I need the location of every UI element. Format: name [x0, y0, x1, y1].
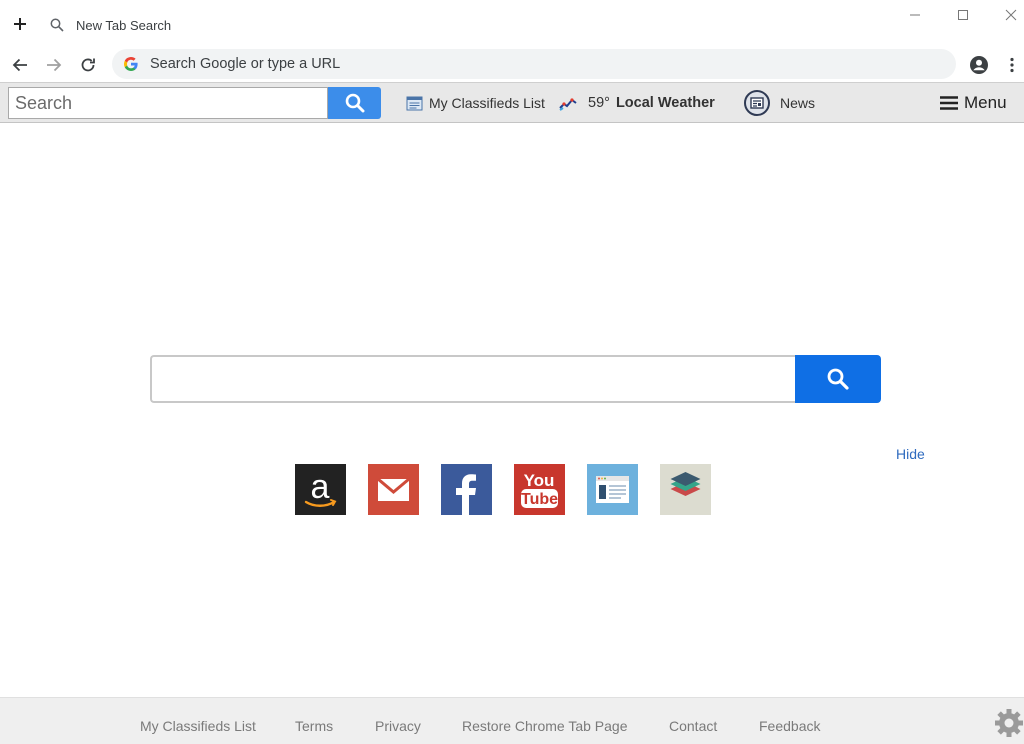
- main-search-button[interactable]: [795, 355, 881, 403]
- hamburger-icon: [940, 96, 958, 110]
- tab-title: New Tab Search: [76, 17, 172, 33]
- reload-icon: [81, 58, 95, 72]
- search-icon: [50, 17, 66, 33]
- news-link[interactable]: News: [744, 90, 816, 116]
- quick-link-facebook[interactable]: [441, 464, 492, 515]
- weather-label: Local Weather: [615, 95, 715, 111]
- arrow-right-icon: [47, 58, 62, 72]
- facebook-icon: [441, 464, 492, 515]
- svg-text:Tube: Tube: [521, 491, 558, 508]
- footer-link-privacy[interactable]: Privacy: [375, 718, 421, 734]
- quick-link-youtube[interactable]: You Tube: [514, 464, 565, 515]
- account-icon: [970, 56, 988, 74]
- profile-button[interactable]: [967, 53, 991, 77]
- toolbar-menu-button[interactable]: Menu: [940, 91, 1007, 115]
- settings-button[interactable]: [992, 706, 1024, 740]
- close-window-button[interactable]: [1000, 4, 1022, 26]
- maximize-button[interactable]: [952, 4, 974, 26]
- weather-temperature: 59°: [588, 95, 610, 111]
- quick-link-news[interactable]: [587, 464, 638, 515]
- maximize-icon: [958, 10, 968, 20]
- classifieds-link[interactable]: My Classifieds List: [406, 91, 545, 115]
- omnibox[interactable]: [112, 49, 956, 79]
- news-icon: [744, 90, 770, 116]
- plus-icon: [14, 18, 26, 30]
- footer-link-contact[interactable]: Contact: [669, 718, 717, 734]
- more-vert-icon: [1010, 57, 1014, 73]
- main-search-input[interactable]: [150, 355, 796, 403]
- close-icon: [1005, 9, 1017, 21]
- forward-button[interactable]: [42, 53, 66, 77]
- footer-link-terms[interactable]: Terms: [295, 718, 333, 734]
- classifieds-label: My Classifieds List: [429, 95, 545, 111]
- footer: My Classifieds List Terms Privacy Restor…: [0, 697, 1024, 744]
- footer-link-restore[interactable]: Restore Chrome Tab Page: [462, 718, 628, 734]
- youtube-icon: You Tube: [514, 464, 565, 515]
- classifieds-icon: [406, 95, 423, 112]
- gear-icon: [995, 709, 1023, 737]
- search-icon: [827, 368, 849, 390]
- weather-link[interactable]: 59° Local Weather: [558, 91, 715, 115]
- reload-button[interactable]: [76, 53, 100, 77]
- browser-menu-button[interactable]: [1000, 53, 1024, 77]
- svg-text:a: a: [311, 468, 330, 506]
- back-button[interactable]: [8, 53, 32, 77]
- footer-link-classifieds[interactable]: My Classifieds List: [140, 718, 256, 734]
- title-bar: New Tab Search: [0, 0, 1024, 48]
- toolbar-search-button[interactable]: [328, 87, 381, 119]
- menu-label: Menu: [964, 93, 1007, 112]
- toolbar-search-input[interactable]: [8, 87, 328, 119]
- tab-new-tab-search[interactable]: New Tab Search: [50, 12, 171, 38]
- omnibox-input[interactable]: [150, 56, 850, 72]
- main-search-box: [150, 355, 881, 403]
- search-icon: [345, 93, 364, 113]
- quick-links: a You Tube: [295, 464, 711, 516]
- google-icon: [122, 55, 140, 73]
- quick-link-gmail[interactable]: [368, 464, 419, 515]
- footer-link-feedback[interactable]: Feedback: [759, 718, 820, 734]
- extension-toolbar: My Classifieds List 59° Local Weather Ne…: [0, 82, 1024, 123]
- quick-link-amazon[interactable]: a: [295, 464, 346, 515]
- minimize-button[interactable]: [904, 4, 926, 26]
- svg-text:You: You: [524, 471, 555, 490]
- hide-link[interactable]: Hide: [896, 446, 925, 462]
- news-label: News: [780, 95, 816, 111]
- layers-icon: [660, 464, 711, 515]
- new-tab-button[interactable]: [10, 14, 30, 34]
- minimize-icon: [910, 14, 920, 16]
- weather-icon: [558, 95, 578, 111]
- mail-icon: [368, 464, 419, 515]
- arrow-left-icon: [12, 58, 27, 72]
- navigation-bar: [0, 48, 1024, 82]
- quick-link-layers[interactable]: [660, 464, 711, 515]
- amazon-icon: a: [295, 464, 346, 515]
- browser-window-icon: [587, 464, 638, 515]
